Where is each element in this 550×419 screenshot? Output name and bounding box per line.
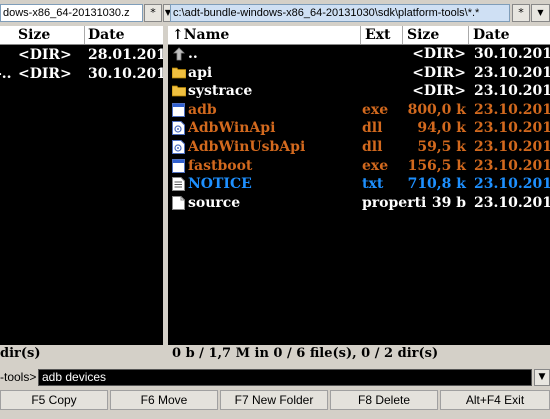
file-row[interactable]: fastboot exe 156,5 k 23.10.2013 (168, 157, 550, 176)
file-row[interactable]: systrace <DIR> 23.10.2013 (168, 82, 550, 101)
left-column-header: Size Date (0, 26, 163, 45)
function-key-button[interactable]: Alt+F4 Exit (440, 390, 550, 410)
file-size: <DIR> (412, 46, 466, 62)
file-size: 156,5 k (407, 157, 466, 174)
folder-icon (171, 66, 187, 79)
file-name: AdbWinUsbApi (188, 139, 306, 155)
file-row[interactable]: adb exe 800,0 k 23.10.2013 (168, 101, 550, 120)
column-separator (360, 26, 361, 44)
file-ext: dll (362, 120, 383, 137)
file-size: 710,8 k (407, 176, 466, 193)
right-column-header: ↑Name Ext Size Date (168, 26, 550, 45)
file-date: 23.10.2013 (474, 120, 550, 137)
function-key-button[interactable]: F7 New Folder (220, 390, 328, 410)
column-separator (84, 26, 85, 44)
file-name: api (188, 64, 213, 81)
right-status-bar: 0 b / 1,7 M in 0 / 6 file(s), 0 / 2 dir(… (172, 346, 439, 361)
document-icon (172, 195, 185, 210)
file-row[interactable]: source properti39 b 23.10.2013 (168, 194, 550, 213)
file-size: 39 b (431, 194, 466, 211)
file-name: -.. (0, 66, 12, 82)
exe-file-icon (172, 102, 185, 117)
function-key-button[interactable]: F5 Copy (0, 390, 108, 410)
left-date-column-header[interactable]: Date (88, 26, 125, 44)
text-file-icon (172, 177, 185, 192)
function-key-button[interactable]: F6 Move (110, 390, 218, 410)
file-date: 23.10.2013 (474, 139, 550, 155)
file-ext: properti (362, 194, 427, 211)
left-size-column-header[interactable]: Size (18, 26, 50, 44)
size-column-header[interactable]: Size (407, 26, 439, 44)
column-separator (468, 26, 469, 44)
file-size: 94,0 k (417, 120, 466, 137)
file-name: AdbWinApi (188, 120, 276, 137)
left-status-bar: dir(s) (0, 346, 41, 361)
file-date: 23.10.2013 (474, 64, 550, 81)
file-size: <DIR> (412, 64, 466, 81)
command-history-dropdown-icon[interactable]: ▼ (534, 369, 550, 386)
file-ext: exe (362, 101, 389, 118)
file-name: fastboot (188, 157, 253, 174)
command-prompt-label: -tools> (0, 370, 37, 384)
file-date: 23.10.2013 (474, 101, 550, 118)
dll-file-icon (172, 140, 185, 154)
left-table-row[interactable]: -.. <DIR> 30.10.2013 (0, 65, 163, 84)
file-name: adb (188, 101, 217, 118)
file-size: <DIR> (18, 47, 72, 63)
left-table-row[interactable]: <DIR> 28.01.2014 (0, 46, 163, 65)
file-ext: txt (362, 176, 384, 193)
exe-file-icon (172, 158, 185, 173)
file-ext: exe (362, 157, 389, 174)
file-row[interactable]: NOTICE txt 710,8 k 23.10.2013 (168, 175, 550, 194)
file-date: 23.10.2013 (474, 194, 550, 211)
file-date: 28.01.2014 (88, 47, 163, 63)
file-size: <DIR> (18, 66, 72, 82)
command-line-input[interactable]: adb devices (38, 369, 532, 386)
name-column-header[interactable]: ↑Name (172, 26, 229, 44)
file-name: .. (188, 46, 198, 62)
right-filter-button[interactable]: * (512, 4, 530, 22)
file-date: 23.10.2013 (474, 176, 550, 193)
file-size: 800,0 k (407, 101, 466, 118)
file-name: systrace (188, 83, 253, 100)
file-size: <DIR> (412, 83, 466, 100)
file-row[interactable]: AdbWinApi dll 94,0 k 23.10.2013 (168, 119, 550, 138)
up-arrow-icon (172, 47, 186, 61)
folder-icon (171, 84, 187, 97)
right-file-panel[interactable]: ↑Name Ext Size Date .. <DIR> 30.10.2013 api… (168, 26, 550, 345)
left-file-panel[interactable]: Size Date <DIR> 28.01.2014 -.. <DIR> 30.10.2… (0, 26, 163, 345)
file-row[interactable]: api <DIR> 23.10.2013 (168, 64, 550, 83)
right-drop-arrow-icon[interactable]: ▼ (531, 4, 550, 22)
date-column-header[interactable]: Date (473, 26, 510, 44)
file-date: 23.10.2013 (474, 157, 550, 174)
file-ext: dll (362, 139, 383, 155)
ext-column-header[interactable]: Ext (365, 26, 390, 44)
dll-file-icon (172, 121, 185, 136)
file-date: 30.10.2013 (88, 66, 163, 82)
left-filter-button[interactable]: * (144, 4, 162, 22)
left-path-bar[interactable]: dows-x86_64-20131030.z (0, 4, 143, 22)
right-path-bar[interactable]: c:\adt-bundle-windows-x86_64-20131030\sd… (170, 4, 510, 22)
file-name: source (188, 194, 241, 211)
function-key-button[interactable]: F8 Delete (330, 390, 438, 410)
column-separator (402, 26, 403, 44)
file-size: 59,5 k (417, 139, 466, 155)
file-row[interactable]: .. <DIR> 30.10.2013 (168, 45, 550, 64)
file-name: NOTICE (188, 176, 252, 193)
file-row[interactable]: AdbWinUsbApi dll 59,5 k 23.10.2013 (168, 138, 550, 157)
file-date: 30.10.2013 (474, 46, 550, 62)
file-date: 23.10.2013 (474, 83, 550, 100)
